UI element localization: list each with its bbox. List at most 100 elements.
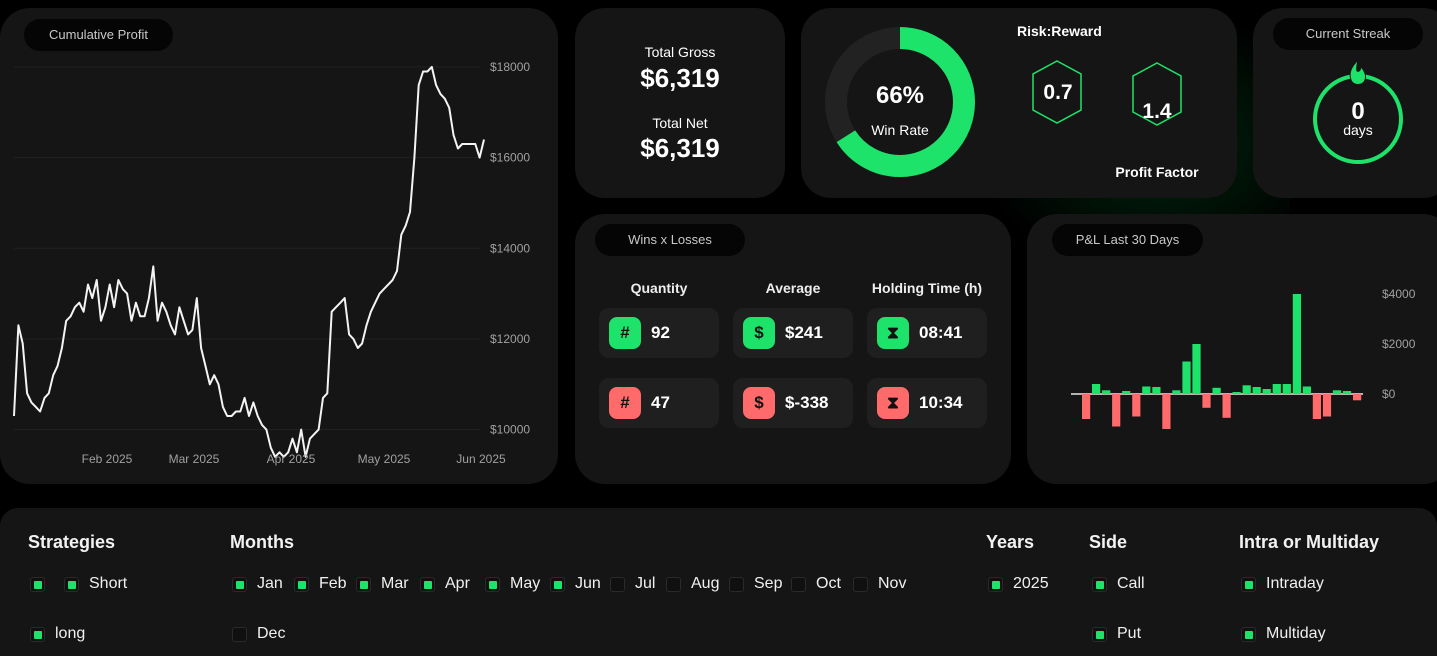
dollar-icon: $ bbox=[743, 387, 775, 419]
hourglass-icon: ⧗ bbox=[877, 387, 909, 419]
filter-option-label: 2025 bbox=[1013, 575, 1049, 592]
wins-losses-card: Wins x Losses Quantity Average Holding T… bbox=[575, 214, 1011, 484]
filter-option-label: Aug bbox=[691, 575, 720, 592]
cumulative-profit-line bbox=[13, 65, 485, 458]
filter-option-label: Short bbox=[89, 575, 128, 592]
filter-option-label: May bbox=[510, 575, 541, 592]
wins-quantity-value: 92 bbox=[651, 323, 670, 342]
checkbox[interactable] bbox=[1092, 577, 1107, 592]
risk-reward-value: 0.7 bbox=[1043, 81, 1073, 104]
pnl-bar bbox=[1092, 384, 1101, 394]
total-gross-value: $6,319 bbox=[640, 63, 720, 93]
checkbox[interactable] bbox=[356, 577, 371, 592]
pnl-bar bbox=[1182, 361, 1191, 394]
y-tick-label: $14000 bbox=[490, 241, 530, 255]
filter-option-label: Jan bbox=[257, 575, 283, 592]
wins-average: $ $241 bbox=[733, 308, 853, 358]
pnl-bar bbox=[1192, 344, 1201, 394]
checkbox[interactable] bbox=[853, 577, 868, 592]
pnl-bar bbox=[1132, 394, 1141, 417]
filter-option-label: Jul bbox=[635, 575, 656, 592]
filter-option-label: Put bbox=[1117, 625, 1142, 642]
x-tick-label: May 2025 bbox=[358, 452, 411, 466]
checkbox[interactable] bbox=[791, 577, 806, 592]
checkbox[interactable] bbox=[30, 627, 45, 642]
side-heading: Side bbox=[1089, 532, 1128, 552]
losses-holding: ⧗ 10:34 bbox=[867, 378, 987, 428]
checkbox[interactable] bbox=[988, 577, 1003, 592]
hourglass-icon: ⧗ bbox=[877, 317, 909, 349]
total-gross-label: Total Gross bbox=[644, 44, 716, 60]
pnl-bar bbox=[1162, 394, 1171, 429]
profit-factor-label: Profit Factor bbox=[1115, 164, 1199, 180]
checkbox[interactable] bbox=[64, 577, 79, 592]
wins-holding: ⧗ 08:41 bbox=[867, 308, 987, 358]
y-tick-label: $18000 bbox=[490, 60, 530, 74]
years-heading: Years bbox=[986, 532, 1035, 552]
wins-quantity: # 92 bbox=[599, 308, 719, 358]
pnl-bar bbox=[1082, 394, 1091, 419]
checkbox[interactable] bbox=[420, 577, 435, 592]
checkbox[interactable] bbox=[485, 577, 500, 592]
streak-unit: days bbox=[1343, 122, 1373, 138]
pnl-bar bbox=[1222, 394, 1231, 418]
pnl-bar bbox=[1102, 390, 1111, 395]
wins-holding-value: 08:41 bbox=[919, 323, 963, 342]
losses-quantity-value: 47 bbox=[651, 393, 670, 412]
pnl-bar bbox=[1262, 389, 1271, 394]
risk-reward-label: Risk:Reward bbox=[1017, 23, 1102, 39]
cumulative-profit-card: Cumulative Profit $18000 $16000 $14000 $120… bbox=[0, 8, 558, 484]
pnl-bar bbox=[1172, 390, 1181, 395]
filter-option-label: Call bbox=[1117, 575, 1145, 592]
y-tick-label: $2000 bbox=[1382, 337, 1416, 351]
checkbox[interactable] bbox=[1241, 627, 1256, 642]
holding-time-header: Holding Time (h) bbox=[871, 280, 983, 296]
filter-option-label: Multiday bbox=[1266, 625, 1326, 642]
checkbox[interactable] bbox=[550, 577, 565, 592]
x-tick-label: Jun 2025 bbox=[456, 452, 506, 466]
pnl-bar bbox=[1342, 391, 1352, 394]
checkbox[interactable] bbox=[729, 577, 744, 592]
y-tick-label: $4000 bbox=[1382, 287, 1416, 301]
pnl-bar bbox=[1122, 391, 1131, 394]
pnl-bar bbox=[1252, 387, 1261, 394]
pnl-bar bbox=[1282, 384, 1291, 394]
checkbox[interactable] bbox=[232, 577, 247, 592]
filter-option-label: Intraday bbox=[1266, 575, 1324, 592]
strategies-heading: Strategies bbox=[28, 532, 116, 552]
losses-average-value: $-338 bbox=[785, 393, 829, 412]
losses-average: $ $-338 bbox=[733, 378, 853, 428]
pnl-30-card: P&L Last 30 Days $4000 $2000 $0 bbox=[1027, 214, 1437, 484]
checkbox[interactable] bbox=[1092, 627, 1107, 642]
pnl-bar bbox=[1212, 387, 1221, 395]
pnl-bar bbox=[1232, 392, 1241, 394]
pnl-bar bbox=[1202, 394, 1211, 408]
dollar-icon: $ bbox=[743, 317, 775, 349]
checkbox[interactable] bbox=[1241, 577, 1256, 592]
y-tick-label: $0 bbox=[1382, 387, 1396, 401]
wins-losses-title: Wins x Losses bbox=[595, 224, 745, 256]
checkbox[interactable] bbox=[666, 577, 681, 592]
pnl-bar bbox=[1292, 294, 1301, 394]
checkbox[interactable] bbox=[30, 577, 45, 592]
checkbox[interactable] bbox=[232, 627, 247, 642]
filter-option-label: Dec bbox=[257, 625, 286, 642]
filter-option-label: Nov bbox=[878, 575, 907, 592]
x-tick-label: Apr 2025 bbox=[267, 452, 316, 466]
filter-option-label: long bbox=[55, 625, 86, 642]
pnl-30-chart: $4000 $2000 $0 bbox=[1071, 287, 1416, 429]
pnl-bar bbox=[1242, 385, 1251, 395]
y-tick-label: $16000 bbox=[490, 151, 530, 165]
totals-card: Total Gross $6,319 Total Net $6,319 bbox=[575, 8, 785, 198]
x-tick-label: Mar 2025 bbox=[169, 452, 220, 466]
pnl-bar bbox=[1112, 394, 1121, 427]
pnl-bar bbox=[1142, 386, 1151, 394]
pnl-bar bbox=[1302, 386, 1311, 394]
losses-holding-value: 10:34 bbox=[919, 393, 963, 412]
checkbox[interactable] bbox=[294, 577, 309, 592]
pnl-bar bbox=[1312, 394, 1321, 419]
checkbox[interactable] bbox=[610, 577, 625, 592]
total-net-label: Total Net bbox=[652, 115, 708, 131]
pnl-bar bbox=[1272, 384, 1281, 394]
filter-option-label: Mar bbox=[381, 575, 409, 592]
